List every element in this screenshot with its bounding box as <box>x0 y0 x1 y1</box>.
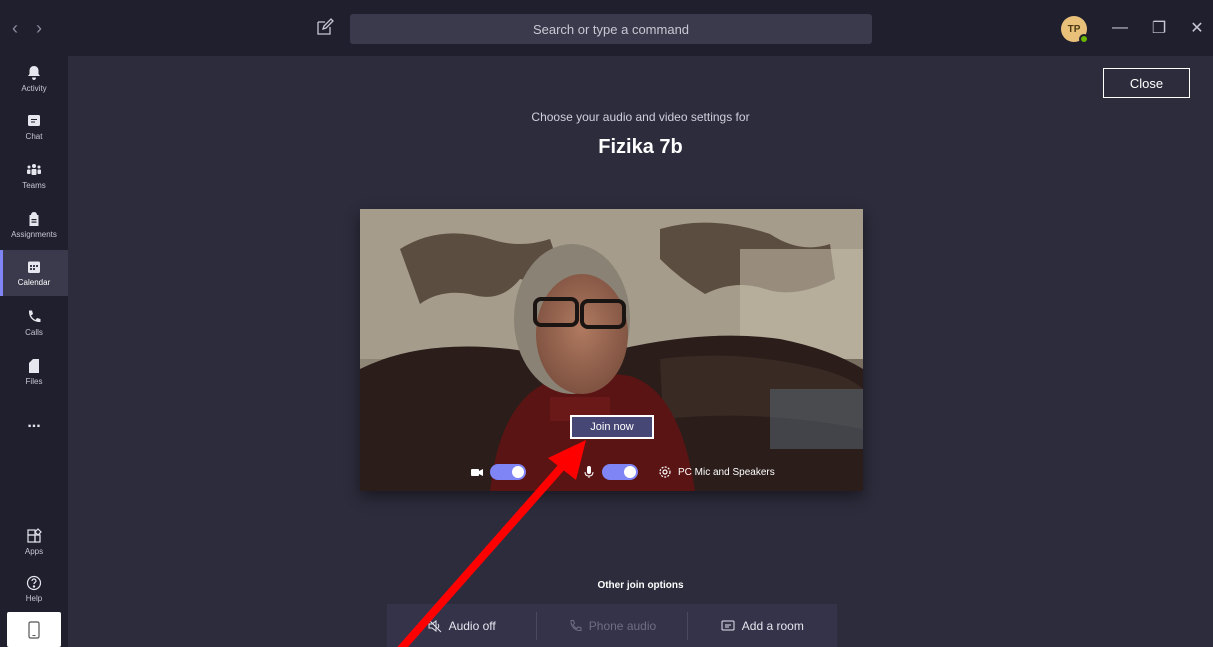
rail-item-files[interactable]: Files <box>0 349 68 395</box>
audio-device-label[interactable]: PC Mic and Speakers <box>678 467 775 478</box>
chevron-right-icon[interactable]: › <box>36 18 42 39</box>
rail-item-activity[interactable]: Activity <box>0 56 68 102</box>
close-button[interactable]: Close <box>1103 68 1190 98</box>
apps-icon <box>27 528 42 543</box>
add-a-room-option[interactable]: Add a room <box>688 612 837 640</box>
audio-off-option[interactable]: Audio off <box>387 611 538 640</box>
other-join-options: Audio off Phone audio Add a room <box>387 604 837 647</box>
rail-label: Help <box>25 594 43 603</box>
rail-item-help[interactable]: Help <box>0 566 68 612</box>
rail-label: Calls <box>25 328 43 337</box>
search-input[interactable]: Search or type a command <box>350 14 872 44</box>
rail-label: Activity <box>21 84 47 93</box>
search-placeholder: Search or type a command <box>532 21 690 37</box>
add-a-room-label: Add a room <box>741 618 804 633</box>
bell-icon <box>28 66 40 80</box>
file-icon <box>29 359 39 373</box>
restore-icon[interactable]: ❐ <box>1149 18 1169 38</box>
microphone-icon <box>584 466 594 478</box>
rail-label: Apps <box>24 547 44 556</box>
chat-icon <box>28 115 40 126</box>
mobile-device-icon <box>28 620 40 639</box>
app-rail: Activity Chat Teams Assignments Calendar… <box>0 56 68 647</box>
phone-icon <box>570 619 582 631</box>
phone-icon <box>28 310 41 323</box>
rail-label: Files <box>25 377 43 386</box>
gear-icon[interactable] <box>658 465 672 479</box>
phone-audio-option[interactable]: Phone audio <box>537 611 688 640</box>
video-preview: Join now PC Mic and Speakers <box>360 209 863 491</box>
microphone-toggle[interactable] <box>602 464 638 480</box>
more-apps-button[interactable]: ... <box>0 400 68 446</box>
calendar-icon <box>28 261 40 273</box>
cast-room-icon <box>721 620 735 630</box>
rail-item-chat[interactable]: Chat <box>0 104 68 150</box>
join-now-button[interactable]: Join now <box>570 415 654 439</box>
av-controls: PC Mic and Speakers <box>470 463 775 481</box>
assignments-icon <box>29 212 39 226</box>
more-label: ... <box>27 414 41 431</box>
presence-available-icon <box>1079 34 1089 44</box>
phone-audio-label: Phone audio <box>588 618 657 633</box>
teams-icon <box>27 164 41 175</box>
mobile-device-button[interactable] <box>7 612 61 647</box>
title-bar: ‹ › Search or type a command TP — ❐ ✕ <box>0 0 1213 56</box>
camera-toggle[interactable] <box>490 464 526 480</box>
other-join-options-title: Other join options <box>597 580 684 591</box>
rail-item-assignments[interactable]: Assignments <box>0 202 68 248</box>
rail-label: Assignments <box>11 230 57 239</box>
rail-label: Calendar <box>17 278 51 287</box>
prejoin-subtitle: Choose your audio and video settings for <box>531 110 750 124</box>
meeting-title: Fizika 7b <box>598 136 683 158</box>
rail-label: Chat <box>25 132 43 141</box>
rail-item-calls[interactable]: Calls <box>0 300 68 346</box>
chevron-left-icon[interactable]: ‹ <box>12 18 18 39</box>
rail-label: Teams <box>22 181 46 190</box>
speaker-off-icon <box>428 619 441 632</box>
nav-arrows: ‹ › <box>12 18 42 39</box>
rail-item-calendar[interactable]: Calendar <box>0 250 68 296</box>
audio-off-label: Audio off <box>448 618 496 633</box>
avatar[interactable]: TP <box>1061 16 1089 44</box>
help-icon <box>26 575 42 591</box>
compose-icon[interactable] <box>316 18 334 36</box>
camera-preview-image <box>360 209 863 491</box>
camera-icon <box>471 469 483 476</box>
close-icon[interactable]: ✕ <box>1187 18 1207 38</box>
rail-item-apps[interactable]: Apps <box>0 519 68 565</box>
join-now-label: Join now <box>590 421 634 433</box>
close-button-label: Close <box>1129 75 1164 91</box>
rail-item-teams[interactable]: Teams <box>0 153 68 199</box>
minimize-icon[interactable]: — <box>1110 18 1130 38</box>
avatar-initials: TP <box>1067 23 1081 35</box>
